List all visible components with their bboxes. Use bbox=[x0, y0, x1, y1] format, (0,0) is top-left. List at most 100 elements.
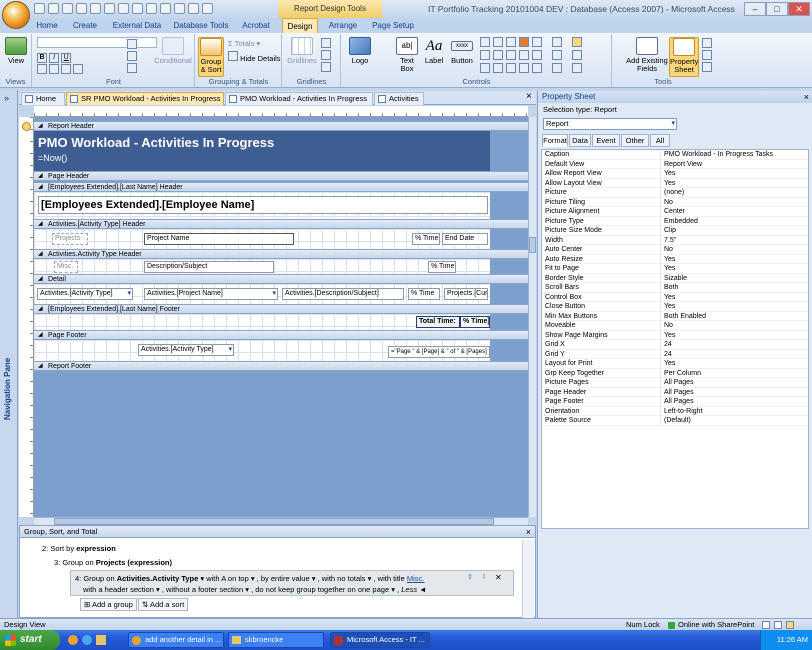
pct-time-label-2[interactable]: % Time bbox=[428, 261, 456, 273]
property-value[interactable]: Yes bbox=[660, 359, 675, 369]
activex-icon[interactable] bbox=[572, 63, 582, 73]
folder-icon[interactable] bbox=[96, 635, 106, 645]
property-row[interactable]: Control Box Yes bbox=[542, 292, 808, 302]
property-row[interactable]: Palette Source (Default) bbox=[542, 416, 808, 426]
start-button[interactable]: start bbox=[0, 630, 60, 650]
pct-time-label[interactable]: % Time bbox=[412, 233, 440, 245]
property-value[interactable]: Report View bbox=[660, 159, 702, 169]
page-header-band[interactable]: Page Header bbox=[34, 171, 528, 181]
sort-descending-icon[interactable] bbox=[132, 3, 143, 14]
move-down-icon[interactable]: ⇩ bbox=[481, 573, 487, 581]
property-value[interactable]: All Pages bbox=[660, 397, 694, 407]
tab-home[interactable]: Home bbox=[32, 18, 62, 33]
alt-fill-icon[interactable] bbox=[127, 63, 137, 73]
underline-icon[interactable]: U bbox=[61, 53, 72, 63]
logo-button[interactable]: Logo bbox=[346, 37, 374, 77]
pct-time-field[interactable]: % Time bbox=[408, 288, 440, 300]
select-icon[interactable] bbox=[572, 37, 582, 47]
employee-footer-band[interactable]: [Employees Extended].[Last Name] Footer bbox=[34, 304, 528, 314]
opt-entire-value[interactable]: by entire value bbox=[261, 574, 310, 583]
hide-details-button[interactable]: Hide Details bbox=[228, 51, 281, 63]
design-horizontal-scrollbar[interactable] bbox=[34, 517, 528, 525]
opt-header-section[interactable]: with a header section bbox=[83, 585, 154, 594]
property-value[interactable]: 7.5" bbox=[660, 235, 676, 245]
property-value[interactable]: No bbox=[660, 197, 673, 207]
property-value[interactable]: (none) bbox=[660, 188, 684, 198]
property-row[interactable]: Grid Y 24 bbox=[542, 349, 808, 359]
tab-order-icon[interactable] bbox=[702, 38, 712, 48]
footer-activity-type-combo[interactable]: Activities.[Activity Type] bbox=[138, 344, 234, 356]
close-property-sheet-button[interactable]: × bbox=[804, 91, 809, 103]
task-add-detail[interactable]: add another detail in ... bbox=[128, 632, 224, 648]
scroll-thumb[interactable] bbox=[54, 518, 494, 525]
tab-database-tools[interactable]: Database Tools bbox=[170, 18, 232, 33]
align-center-icon[interactable] bbox=[49, 64, 60, 74]
property-row[interactable]: Allow Layout View Yes bbox=[542, 178, 808, 188]
tab-create[interactable]: Create bbox=[66, 18, 104, 33]
report-footer-band[interactable]: Report Footer bbox=[34, 361, 528, 371]
doc-tab-pmo[interactable]: PMO Workload - Activities In Progress bbox=[225, 92, 373, 105]
property-value[interactable]: Yes bbox=[660, 254, 675, 264]
property-row[interactable]: Allow Report View Yes bbox=[542, 169, 808, 179]
detail-band[interactable]: Detail bbox=[34, 274, 528, 284]
view-form-icon[interactable] bbox=[762, 621, 770, 629]
line-color-icon[interactable] bbox=[321, 62, 331, 72]
property-row[interactable]: Picture Pages All Pages bbox=[542, 378, 808, 388]
property-value[interactable]: 24 bbox=[660, 349, 672, 359]
property-value[interactable]: Embedded bbox=[660, 216, 698, 226]
totals-icon[interactable] bbox=[188, 3, 199, 14]
new-record-icon[interactable] bbox=[174, 3, 185, 14]
property-row[interactable]: Picture Tiling No bbox=[542, 197, 808, 207]
total-time-field[interactable]: % Time]) bbox=[460, 316, 490, 328]
activity-type-header-band-1[interactable]: Activities.[Activity Type] Header bbox=[34, 219, 528, 229]
group-sort-button[interactable]: Group & Sort bbox=[198, 37, 224, 77]
property-row[interactable]: Grid X 24 bbox=[542, 340, 808, 350]
report-header-band[interactable]: Report Header bbox=[34, 121, 528, 131]
opt-keep-together[interactable]: do not keep group together on one page bbox=[255, 585, 389, 594]
tab-arrange[interactable]: Arrange bbox=[322, 18, 364, 33]
ptab-format[interactable]: Format bbox=[542, 134, 568, 147]
scroll-thumb[interactable] bbox=[529, 237, 536, 253]
less-link[interactable]: Less ◄ bbox=[401, 585, 426, 594]
property-value[interactable]: No bbox=[660, 321, 673, 331]
totals-button[interactable]: Σ Totals ▾ bbox=[228, 38, 260, 49]
employee-name-field[interactable]: [Employees Extended].[Employee Name] bbox=[38, 196, 488, 214]
move-up-icon[interactable]: ⇧ bbox=[467, 573, 473, 581]
property-value[interactable]: Yes bbox=[660, 264, 675, 274]
ie-icon[interactable] bbox=[82, 635, 92, 645]
property-row[interactable]: Close Button Yes bbox=[542, 302, 808, 312]
opt-title-value[interactable]: Misc. bbox=[407, 574, 425, 583]
sort-ascending-icon[interactable] bbox=[118, 3, 129, 14]
tab-page-setup[interactable]: Page Setup bbox=[368, 18, 418, 33]
ptab-other[interactable]: Other bbox=[621, 134, 649, 147]
doc-tab-home[interactable]: Home bbox=[21, 92, 65, 105]
activity-type-header-band-2[interactable]: Activities.Activity Type Header bbox=[34, 249, 528, 259]
refresh-icon[interactable] bbox=[146, 3, 157, 14]
group3-field[interactable]: Activities.Activity Type bbox=[117, 574, 199, 583]
page-numbers-icon[interactable] bbox=[552, 50, 562, 60]
property-value[interactable]: Yes bbox=[660, 330, 675, 340]
add-sort-button[interactable]: ⇅ Add a sort bbox=[138, 598, 189, 611]
tab-external-data[interactable]: External Data bbox=[108, 18, 166, 33]
page-break-icon[interactable] bbox=[532, 37, 542, 47]
conditional-button[interactable]: Conditional bbox=[153, 37, 193, 77]
description-subject-label[interactable]: Description/Subject bbox=[144, 261, 274, 273]
employee-header-band[interactable]: [Employees Extended].[Last Name] Header bbox=[34, 182, 528, 192]
property-row[interactable]: Caption PMO Workload - In Progress Tasks bbox=[542, 150, 808, 160]
property-value[interactable]: All Pages bbox=[660, 387, 694, 397]
minimize-button[interactable]: – bbox=[744, 2, 766, 16]
tab-control-icon[interactable] bbox=[480, 37, 490, 47]
subreport-icon[interactable] bbox=[702, 50, 712, 60]
list-box-icon[interactable] bbox=[519, 50, 529, 60]
line-icon[interactable] bbox=[480, 63, 490, 73]
page-footer-band[interactable]: Page Footer bbox=[34, 330, 528, 340]
property-value[interactable]: Per Column bbox=[660, 368, 701, 378]
property-row[interactable]: Auto Center No bbox=[542, 245, 808, 255]
spell-check-icon[interactable] bbox=[90, 3, 101, 14]
property-value[interactable]: (Default) bbox=[660, 416, 691, 426]
task-skbroencke[interactable]: skbroencke bbox=[228, 632, 324, 648]
property-value[interactable]: Yes bbox=[660, 169, 675, 179]
date-time-icon[interactable] bbox=[552, 63, 562, 73]
property-row[interactable]: Moveable No bbox=[542, 321, 808, 331]
hyperlink-icon[interactable] bbox=[493, 37, 503, 47]
